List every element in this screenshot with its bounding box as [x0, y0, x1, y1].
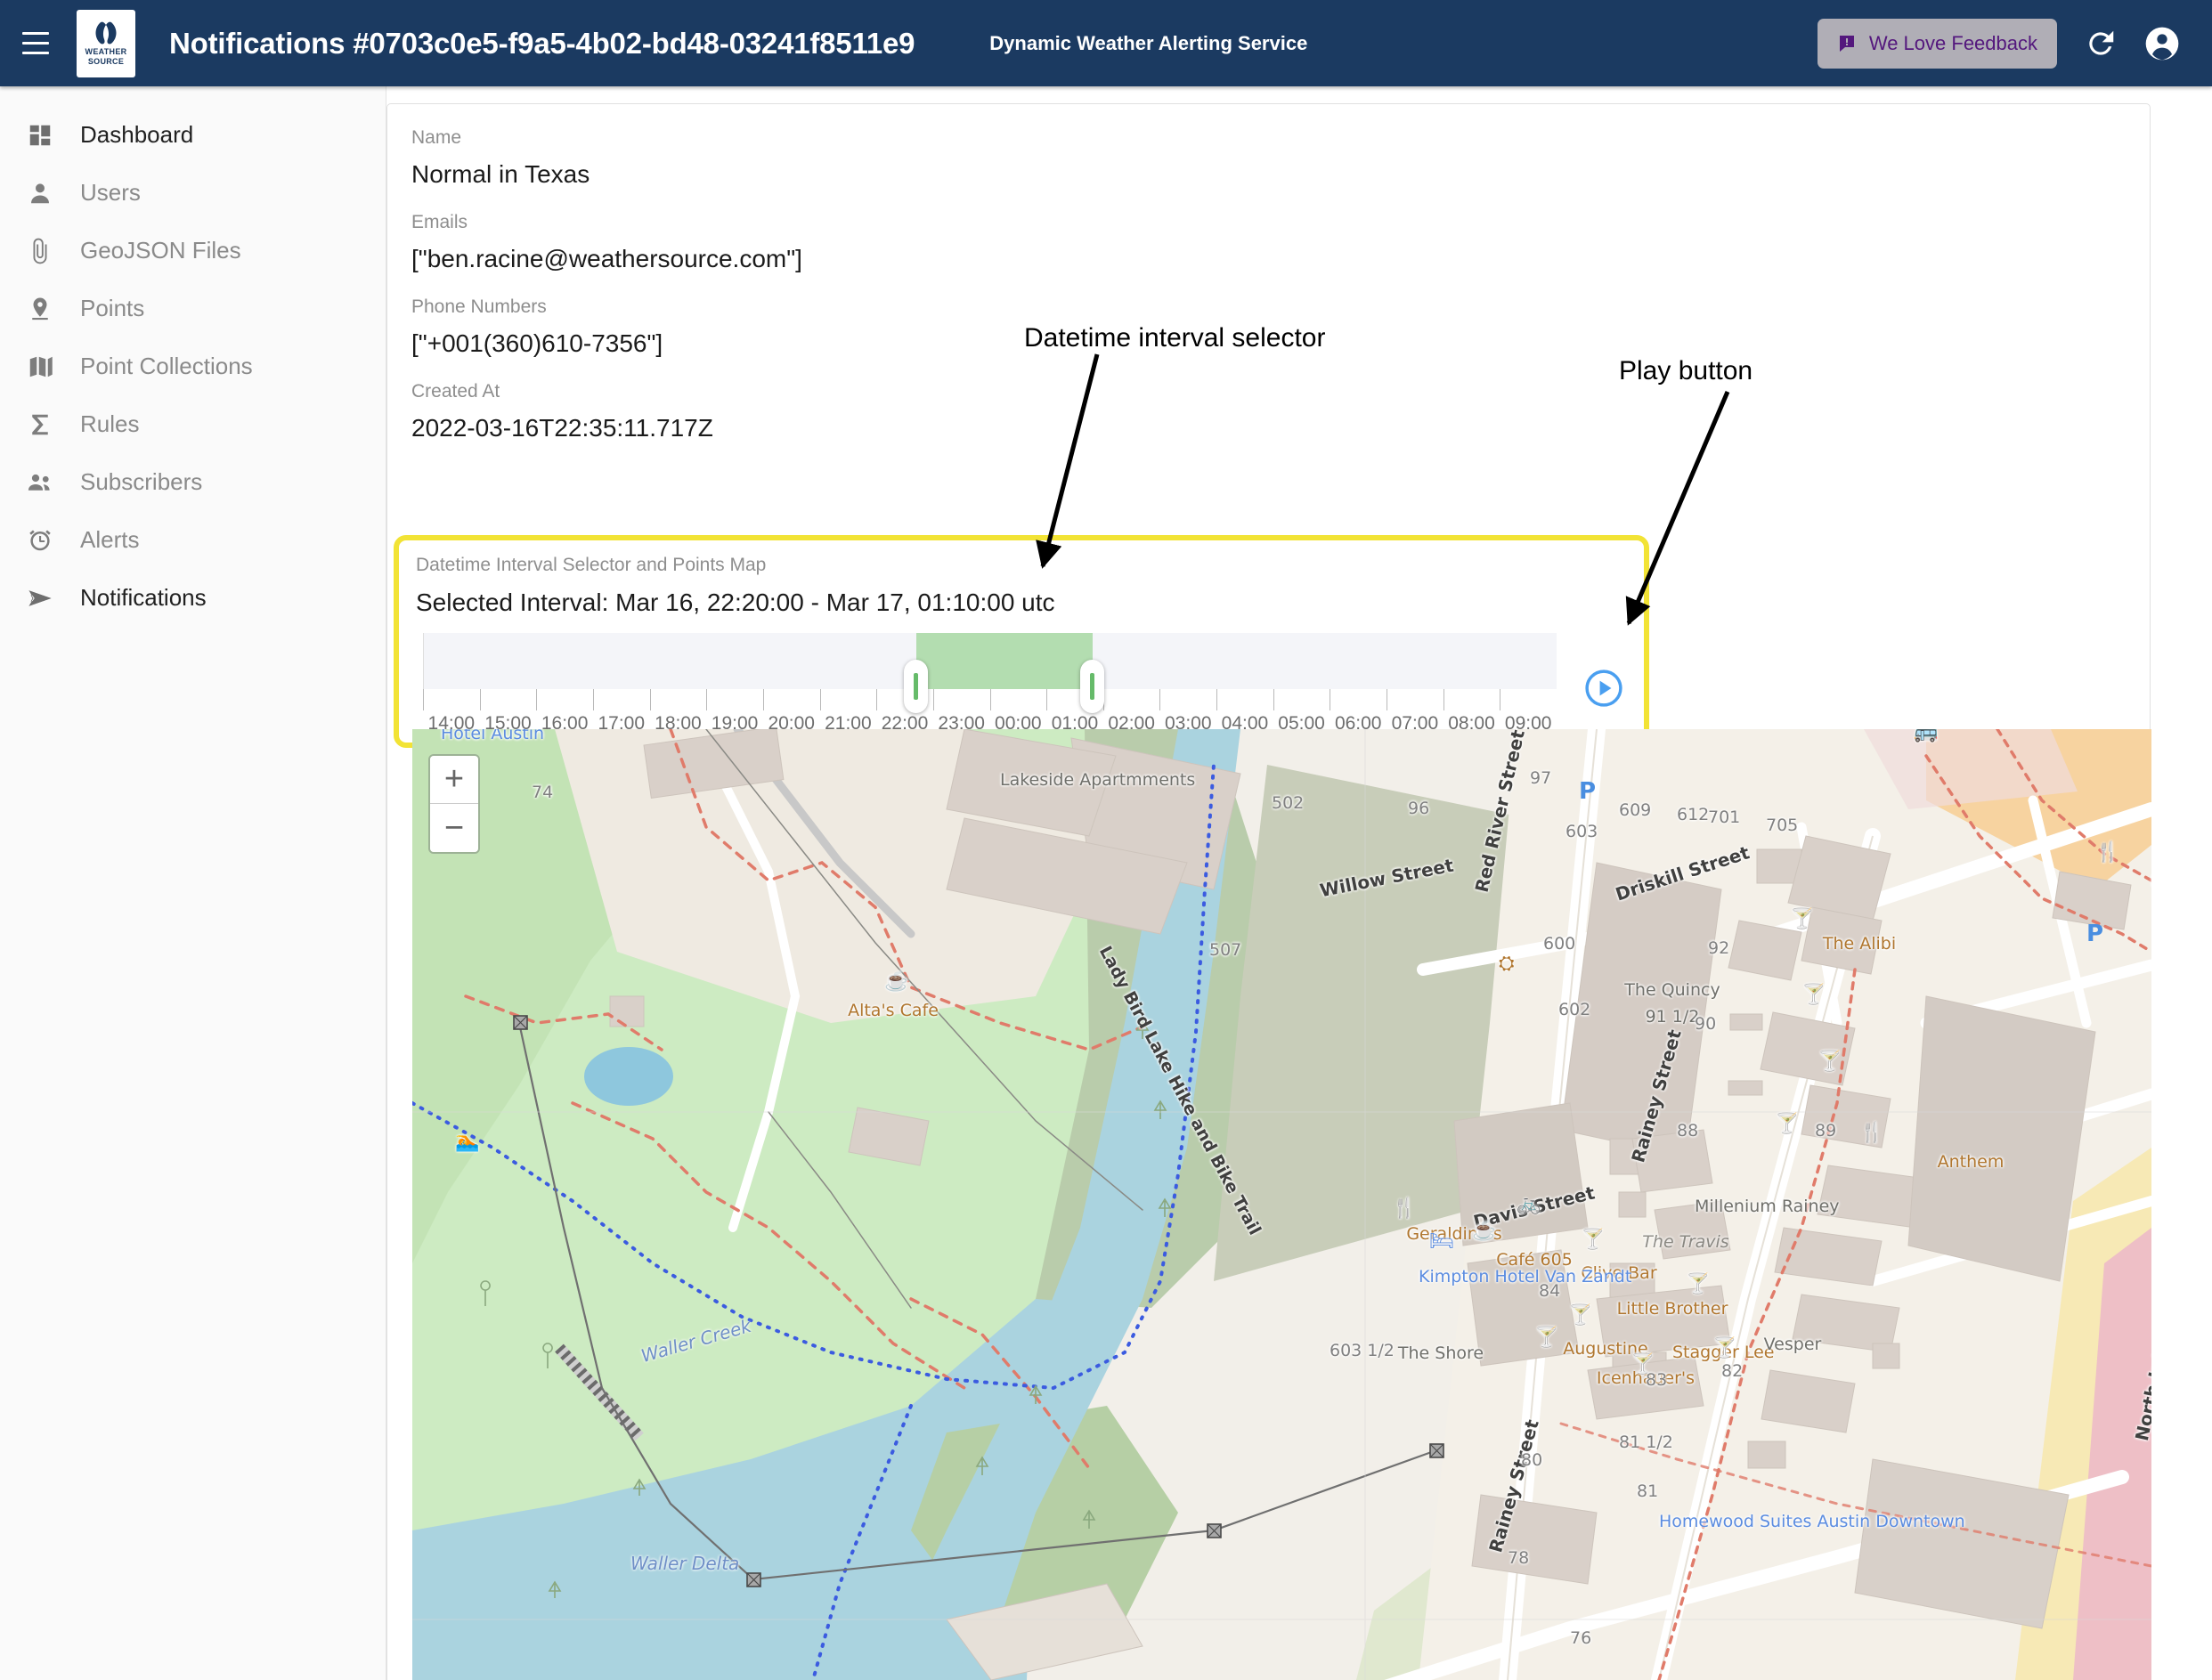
slider-tick — [989, 689, 991, 710]
location-pin-icon — [23, 292, 57, 326]
hamburger-bar — [22, 42, 49, 45]
sidebar-item-dashboard[interactable]: Dashboard — [0, 106, 386, 164]
account-circle-icon[interactable] — [2144, 26, 2180, 61]
header-actions: We Love Feedback — [1817, 18, 2212, 69]
send-icon — [23, 581, 57, 615]
slider-tick-marks — [423, 689, 1557, 710]
service-name: Dynamic Weather Alerting Service — [989, 31, 1308, 54]
field-label: Created At — [411, 381, 500, 402]
sidebar-item-notifications[interactable]: Notifications — [0, 569, 386, 627]
slider-tick — [479, 689, 481, 710]
sidebar-item-label: Dashboard — [80, 121, 194, 148]
people-group-icon — [23, 466, 57, 499]
sidebar-nav: Dashboard Users GeoJSON Files Points Poi… — [0, 86, 386, 1680]
map-zoom-control[interactable]: + − — [428, 754, 480, 854]
slider-tick — [819, 689, 821, 710]
field-value: 2022-03-16T22:35:11.717Z — [411, 414, 713, 442]
sidebar-item-users[interactable]: Users — [0, 164, 386, 222]
slider-tick — [1159, 689, 1161, 710]
sidebar-item-geojson-files[interactable]: GeoJSON Files — [0, 222, 386, 280]
slider-tick — [1443, 689, 1444, 710]
field-value: Normal in Texas — [411, 160, 590, 188]
hamburger-bar — [22, 32, 49, 35]
sidebar-item-subscribers[interactable]: Subscribers — [0, 453, 386, 511]
slider-tick — [762, 689, 764, 710]
datetime-range-slider[interactable]: 14:00 15:00 16:00 17:00 18:00 19:00 20:00 21:00… — [423, 633, 1557, 735]
sidebar-item-points[interactable]: Points — [0, 280, 386, 337]
dashboard-icon — [23, 118, 57, 152]
hamburger-menu-icon[interactable] — [11, 19, 61, 69]
slider-track[interactable] — [423, 633, 1557, 689]
datetime-selector-section-label: Datetime Interval Selector and Points Ma… — [416, 555, 767, 575]
slider-tick — [932, 689, 934, 710]
selected-interval-text: Selected Interval: Mar 16, 22:20:00 - Ma… — [416, 588, 1055, 616]
slider-selected-range[interactable] — [916, 633, 1093, 689]
person-icon — [23, 176, 57, 210]
field-label: Emails — [411, 212, 468, 232]
field-label: Name — [411, 127, 462, 148]
sidebar-item-label: Points — [80, 295, 145, 321]
field-created-at: Created At 2022-03-16T22:35:11.717Z — [387, 381, 2150, 442]
slider-tick — [649, 689, 651, 710]
zoom-out-button[interactable]: − — [430, 804, 478, 852]
sidebar-item-point-collections[interactable]: Point Collections — [0, 337, 386, 395]
sidebar-item-label: Alerts — [80, 526, 140, 553]
points-map[interactable]: + − 11 Hotel Austin Lakeside Apartmments… — [412, 729, 2151, 1680]
slider-tick — [876, 689, 878, 710]
annotation-play-button: Play button — [1619, 356, 1753, 386]
logo-mark-icon — [95, 21, 117, 45]
weather-source-logo[interactable]: WEATHER SOURCE — [77, 9, 135, 77]
zoom-in-button[interactable]: + — [430, 756, 478, 804]
map-tiles — [412, 729, 2151, 1680]
datetime-interval-selector: Datetime Interval Selector and Points Ma… — [394, 535, 1649, 748]
field-emails: Emails ["ben.racine@weathersource.com"] — [387, 212, 2150, 273]
sidebar-item-rules[interactable]: Rules — [0, 395, 386, 453]
logo-text-line2: SOURCE — [87, 56, 125, 66]
feedback-message-icon — [1839, 35, 1854, 52]
feedback-button-label: We Love Feedback — [1868, 31, 2037, 54]
map-icon — [23, 350, 57, 384]
logo-text-line1: WEATHER — [85, 46, 127, 56]
sidebar-item-label: Users — [80, 179, 141, 206]
alarm-clock-icon — [23, 523, 57, 557]
sigma-icon — [23, 408, 57, 442]
app-header: WEATHER SOURCE Notifications #0703c0e5-f… — [0, 0, 2212, 86]
sidebar-item-label: GeoJSON Files — [80, 237, 241, 264]
slider-tick — [536, 689, 538, 710]
field-name: Name Normal in Texas — [387, 127, 2150, 189]
slider-tick — [1216, 689, 1218, 710]
sidebar-item-label: Rules — [80, 410, 140, 437]
refresh-icon[interactable] — [2084, 27, 2118, 61]
sidebar-item-label: Point Collections — [80, 353, 253, 379]
page-title: Notifications #0703c0e5-f9a5-4b02-bd48-0… — [169, 26, 915, 60]
slider-tick — [706, 689, 708, 710]
slider-tick — [592, 689, 594, 710]
slider-handle-end[interactable] — [1080, 660, 1104, 713]
field-label: Phone Numbers — [411, 296, 547, 317]
field-value: ["ben.racine@weathersource.com"] — [411, 245, 802, 272]
play-button[interactable] — [1584, 669, 1623, 708]
slider-handle-start[interactable] — [904, 660, 928, 713]
hamburger-bar — [22, 52, 49, 54]
slider-tick — [423, 689, 424, 710]
sidebar-item-label: Subscribers — [80, 468, 203, 495]
sidebar-item-alerts[interactable]: Alerts — [0, 511, 386, 569]
slider-tick — [1046, 689, 1048, 710]
feedback-button[interactable]: We Love Feedback — [1817, 18, 2057, 69]
annotation-datetime-selector: Datetime interval selector — [1024, 323, 1326, 353]
slider-tick — [1273, 689, 1274, 710]
sidebar-item-label: Notifications — [80, 584, 207, 611]
attachment-icon — [23, 234, 57, 268]
